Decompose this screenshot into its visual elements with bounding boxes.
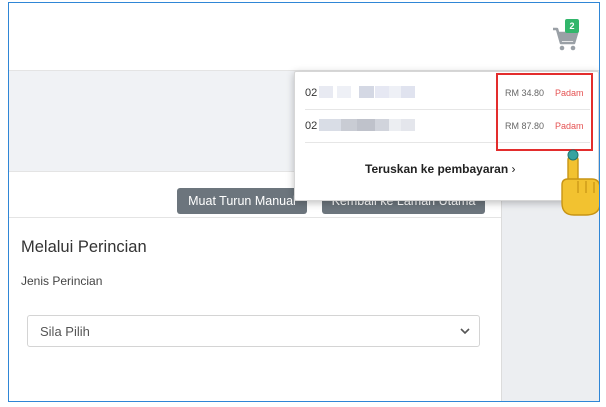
- select-value: Sila Pilih: [40, 324, 90, 339]
- price-highlight-box: [496, 73, 593, 151]
- chevron-right-icon: ›: [511, 162, 516, 176]
- detail-type-select[interactable]: Sila Pilih: [27, 315, 480, 347]
- cart-button[interactable]: 2: [547, 19, 583, 55]
- checkout-label: Teruskan ke pembayaran: [365, 162, 509, 176]
- cart-count-badge: 2: [565, 19, 579, 33]
- detail-type-label: Jenis Perincian: [21, 274, 103, 288]
- chevron-down-icon: [460, 328, 470, 335]
- download-manual-button[interactable]: Muat Turun Manual: [177, 188, 307, 214]
- top-navbar: 2: [9, 3, 599, 71]
- checkout-link[interactable]: Teruskan ke pembayaran ›: [365, 162, 516, 176]
- cart-item-id: 02: [305, 120, 318, 132]
- cart-item-id: 02: [305, 87, 318, 99]
- hand-pointer-icon: [561, 149, 599, 216]
- section-divider: [9, 217, 501, 218]
- app-frame: 2 Muat Turun Manual Kembali ke Laman Uta…: [8, 2, 600, 402]
- section-title: Melalui Perincian: [21, 238, 147, 256]
